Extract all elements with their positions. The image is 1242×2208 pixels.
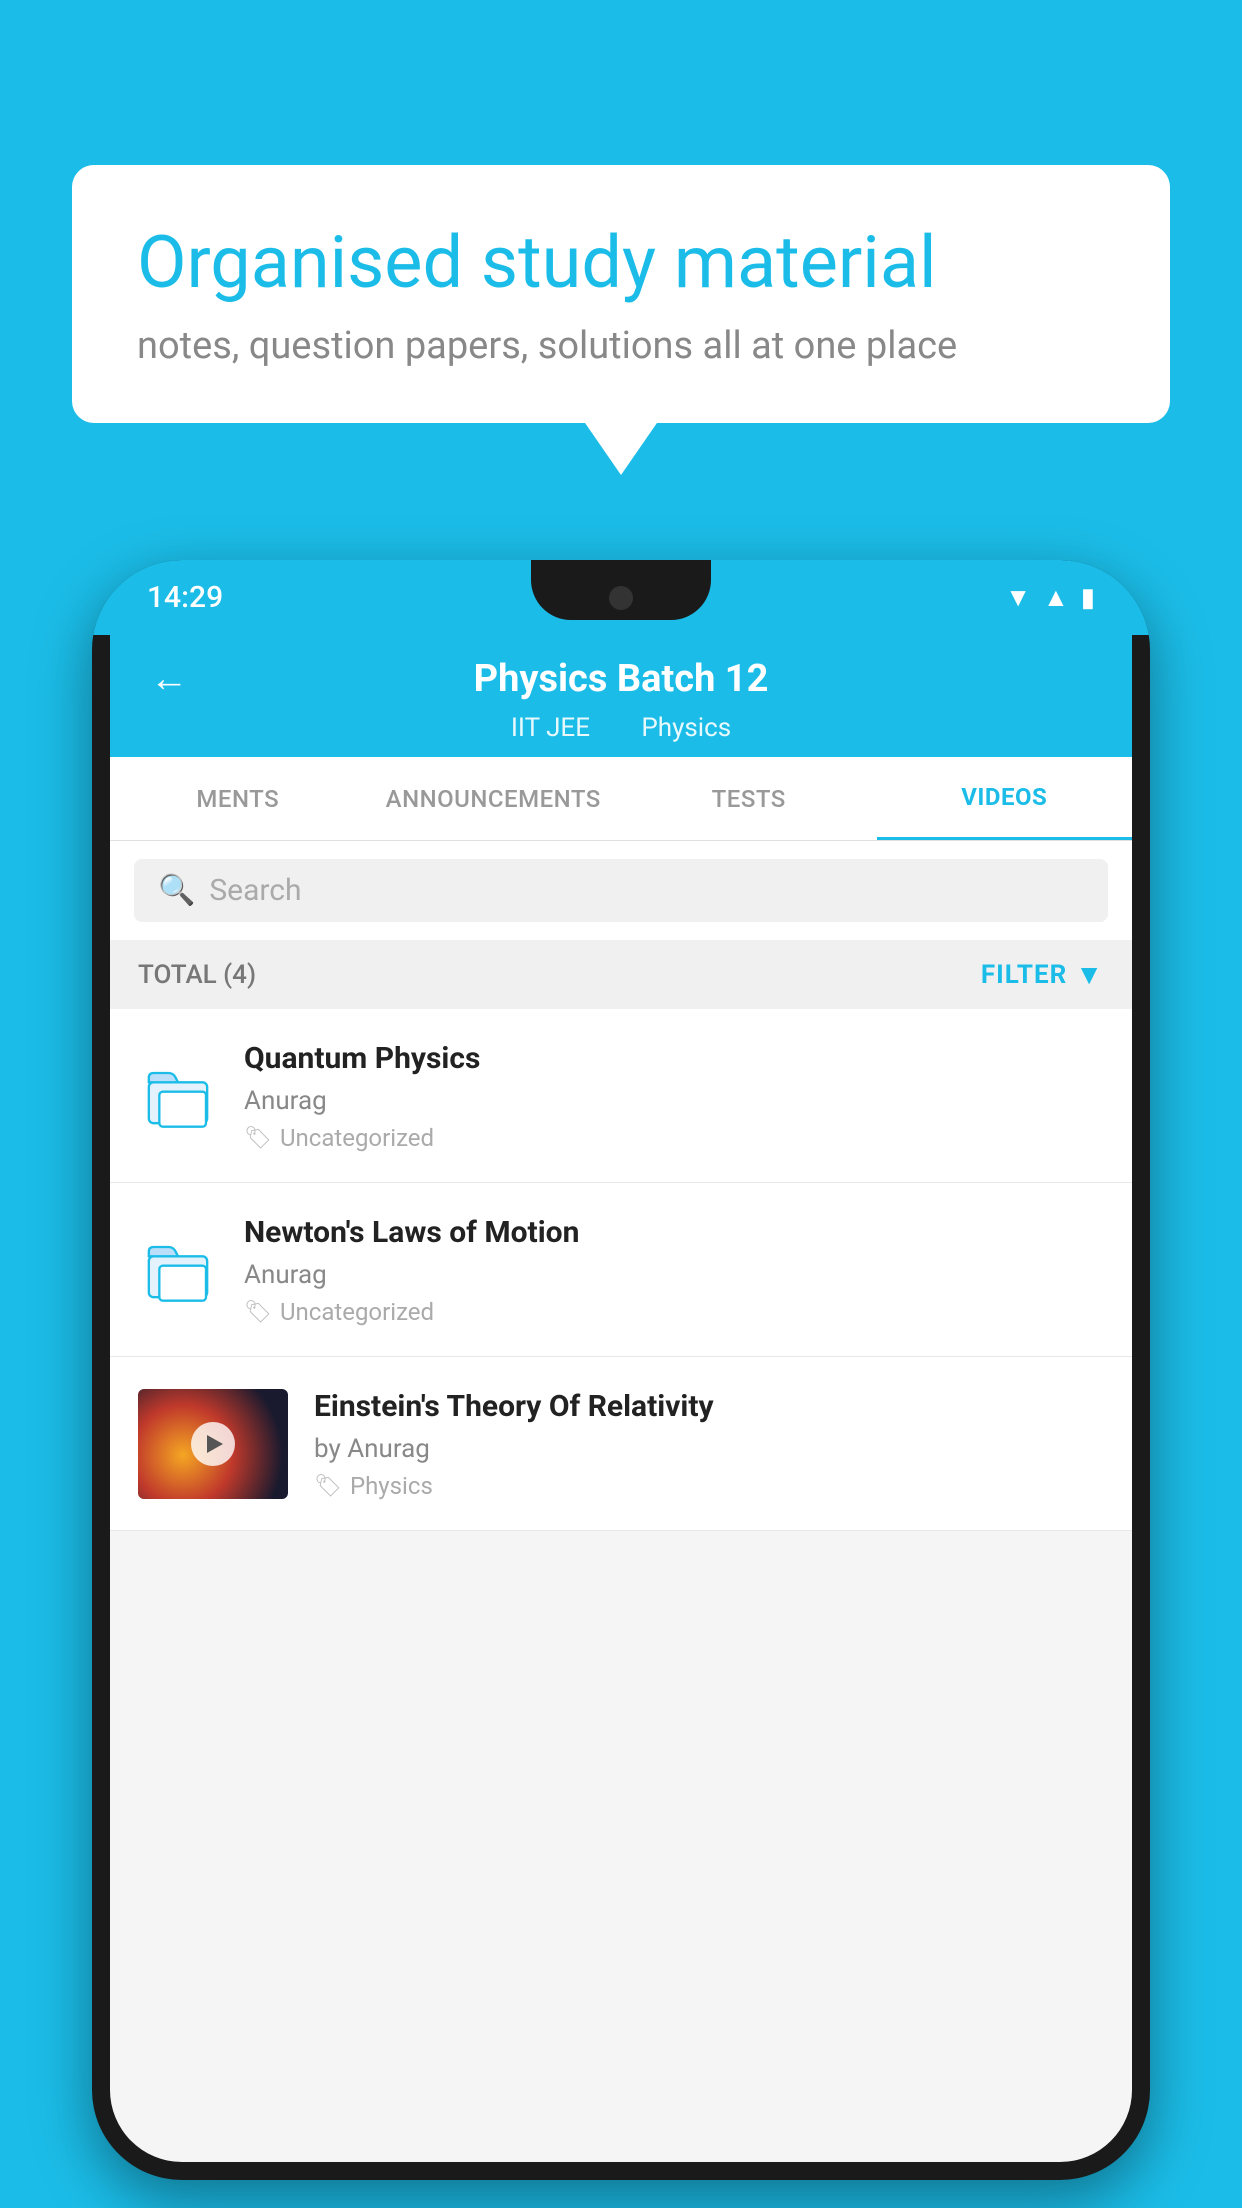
folder-icon-container <box>138 1056 218 1136</box>
tag-label: Uncategorized <box>280 1298 434 1326</box>
filter-button[interactable]: FILTER ▼ <box>981 958 1104 991</box>
list-item[interactable]: Newton's Laws of Motion Anurag 🏷 Uncateg… <box>110 1183 1132 1357</box>
list-item[interactable]: Quantum Physics Anurag 🏷 Uncategorized <box>110 1009 1132 1183</box>
tag-icon: 🏷 <box>244 1126 272 1151</box>
speech-bubble-subtitle: notes, question papers, solutions all at… <box>137 324 1105 368</box>
play-button[interactable] <box>191 1422 235 1466</box>
tab-tests[interactable]: TESTS <box>621 759 877 839</box>
status-time: 14:29 <box>147 580 223 615</box>
tag-label: Uncategorized <box>280 1124 434 1152</box>
front-camera <box>609 586 633 610</box>
folder-icon <box>143 1059 213 1133</box>
tag-icon: 🏷 <box>244 1300 272 1325</box>
video-title: Newton's Laws of Motion <box>244 1213 1104 1252</box>
video-thumbnail <box>138 1389 288 1499</box>
subtitle-separator <box>612 713 625 743</box>
play-triangle-icon <box>207 1435 223 1453</box>
filter-label: FILTER <box>981 960 1067 990</box>
video-author: Anurag <box>244 1086 1104 1116</box>
video-info: Einstein's Theory Of Relativity by Anura… <box>314 1387 1104 1500</box>
batch-title: Physics Batch 12 <box>474 657 769 701</box>
video-tag: 🏷 Uncategorized <box>244 1124 1104 1152</box>
video-title: Einstein's Theory Of Relativity <box>314 1387 1104 1426</box>
app-header: ← Physics Batch 12 IIT JEE Physics <box>110 635 1132 757</box>
header-subtitle: IIT JEE Physics <box>150 713 1092 757</box>
phone-frame: 14:29 ▼ ▲ ▮ ← Physics Batch 12 IIT JEE P… <box>92 560 1150 2180</box>
folder-icon <box>143 1233 213 1307</box>
video-info: Newton's Laws of Motion Anurag 🏷 Uncateg… <box>244 1213 1104 1326</box>
tab-announcements[interactable]: ANNOUNCEMENTS <box>366 759 622 839</box>
subtitle-iitjee: IIT JEE <box>511 713 590 743</box>
video-tag: 🏷 Uncategorized <box>244 1298 1104 1326</box>
phone-screen: ← Physics Batch 12 IIT JEE Physics MENTS… <box>110 635 1132 2162</box>
speech-bubble: Organised study material notes, question… <box>72 165 1170 423</box>
search-placeholder: Search <box>209 873 301 908</box>
video-author: Anurag <box>244 1260 1104 1290</box>
tag-label: Physics <box>350 1472 433 1500</box>
total-count: TOTAL (4) <box>138 960 256 990</box>
folder-icon-container <box>138 1230 218 1310</box>
video-info: Quantum Physics Anurag 🏷 Uncategorized <box>244 1039 1104 1152</box>
tag-icon: 🏷 <box>314 1474 342 1499</box>
video-tag: 🏷 Physics <box>314 1472 1104 1500</box>
search-container: 🔍 Search <box>110 841 1132 940</box>
signal-icon: ▲ <box>1043 582 1069 613</box>
tabs-bar: MENTS ANNOUNCEMENTS TESTS VIDEOS <box>110 757 1132 841</box>
tab-videos[interactable]: VIDEOS <box>877 757 1133 840</box>
video-author: by Anurag <box>314 1434 1104 1464</box>
search-icon: 🔍 <box>158 873 195 908</box>
phone-notch <box>531 560 711 620</box>
subtitle-physics: Physics <box>641 713 731 743</box>
filter-bar: TOTAL (4) FILTER ▼ <box>110 940 1132 1009</box>
search-box[interactable]: 🔍 Search <box>134 859 1108 922</box>
tab-ments[interactable]: MENTS <box>110 759 366 839</box>
wifi-icon: ▼ <box>1005 582 1031 613</box>
speech-bubble-title: Organised study material <box>137 220 1105 306</box>
status-icons: ▼ ▲ ▮ <box>1005 582 1095 613</box>
video-title: Quantum Physics <box>244 1039 1104 1078</box>
app-header-top: ← Physics Batch 12 <box>150 657 1092 709</box>
battery-icon: ▮ <box>1081 583 1095 613</box>
list-item[interactable]: Einstein's Theory Of Relativity by Anura… <box>110 1357 1132 1531</box>
back-button[interactable]: ← <box>150 657 188 701</box>
filter-icon: ▼ <box>1075 958 1104 991</box>
video-list: Quantum Physics Anurag 🏷 Uncategorized <box>110 1009 1132 1531</box>
